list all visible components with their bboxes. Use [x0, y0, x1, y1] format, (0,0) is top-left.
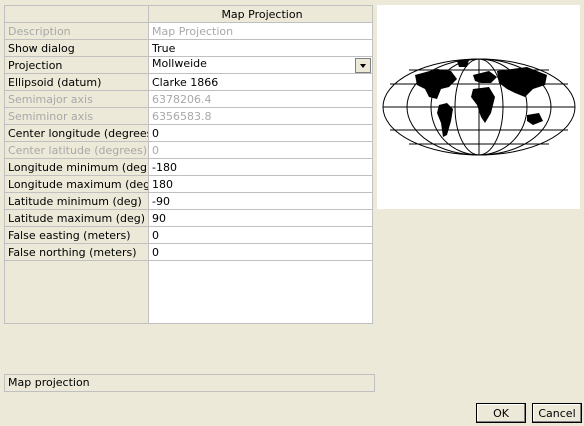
property-value[interactable]: 0: [148, 243, 373, 261]
property-row[interactable]: Center latitude (degrees) 0: [4, 141, 373, 159]
property-label: Center latitude (degrees): [4, 141, 149, 159]
property-label: Center longitude (degrees): [4, 124, 149, 142]
ok-button[interactable]: OK: [476, 403, 526, 423]
property-value[interactable]: True: [148, 39, 373, 57]
property-label: Latitude maximum (deg): [4, 209, 149, 227]
status-bar: Map projection: [4, 374, 375, 392]
property-row[interactable]: Center longitude (degrees) 0: [4, 124, 373, 142]
grid-header-title: Map Projection: [148, 5, 373, 23]
property-value[interactable]: 0: [148, 124, 373, 142]
property-row[interactable]: Longitude minimum (deg) -180: [4, 158, 373, 176]
chevron-down-icon[interactable]: [355, 58, 371, 73]
grid-empty-value-cell: [148, 260, 373, 324]
projection-dropdown[interactable]: Mollweide: [152, 57, 372, 73]
property-value: Map Projection: [148, 22, 373, 40]
property-row[interactable]: Semiminor axis 6356583.8: [4, 107, 373, 125]
property-row[interactable]: Show dialog True: [4, 39, 373, 57]
property-value[interactable]: -180: [148, 158, 373, 176]
property-label: False easting (meters): [4, 226, 149, 244]
property-row[interactable]: Ellipsoid (datum) Clarke 1866: [4, 73, 373, 91]
property-label: Semiminor axis: [4, 107, 149, 125]
grid-header-row: Map Projection: [4, 5, 373, 23]
property-label: Projection: [4, 56, 149, 74]
property-value[interactable]: -90: [148, 192, 373, 210]
property-value: 6378206.4: [148, 90, 373, 108]
property-label: Ellipsoid (datum): [4, 73, 149, 91]
property-label: False northing (meters): [4, 243, 149, 261]
property-value[interactable]: 90: [148, 209, 373, 227]
property-value[interactable]: Clarke 1866: [148, 73, 373, 91]
property-value[interactable]: Mollweide: [148, 56, 373, 74]
mollweide-map-icon: [382, 58, 576, 156]
grid-empty-label-cell: [4, 260, 149, 324]
property-row[interactable]: Latitude minimum (deg) -90: [4, 192, 373, 210]
property-label: Longitude maximum (deg): [4, 175, 149, 193]
grid-empty-area: [4, 260, 373, 324]
cancel-button[interactable]: Cancel: [532, 403, 582, 423]
property-label: Show dialog: [4, 39, 149, 57]
property-label: Description: [4, 22, 149, 40]
grid-header-blank: [4, 5, 149, 23]
property-value[interactable]: 0: [148, 226, 373, 244]
property-row[interactable]: Semimajor axis 6378206.4: [4, 90, 373, 108]
property-row[interactable]: False northing (meters) 0: [4, 243, 373, 261]
property-value: 6356583.8: [148, 107, 373, 125]
property-value[interactable]: 180: [148, 175, 373, 193]
property-row[interactable]: Latitude maximum (deg) 90: [4, 209, 373, 227]
property-label: Latitude minimum (deg): [4, 192, 149, 210]
projection-dropdown-value: Mollweide: [152, 57, 207, 71]
property-row[interactable]: Description Map Projection: [4, 22, 373, 40]
projection-preview: [377, 5, 580, 209]
property-label: Semimajor axis: [4, 90, 149, 108]
property-value: 0: [148, 141, 373, 159]
property-row[interactable]: Projection Mollweide: [4, 56, 373, 74]
property-label: Longitude minimum (deg): [4, 158, 149, 176]
property-row[interactable]: Longitude maximum (deg) 180: [4, 175, 373, 193]
property-row[interactable]: False easting (meters) 0: [4, 226, 373, 244]
property-grid: Map Projection Description Map Projection…: [4, 5, 373, 324]
